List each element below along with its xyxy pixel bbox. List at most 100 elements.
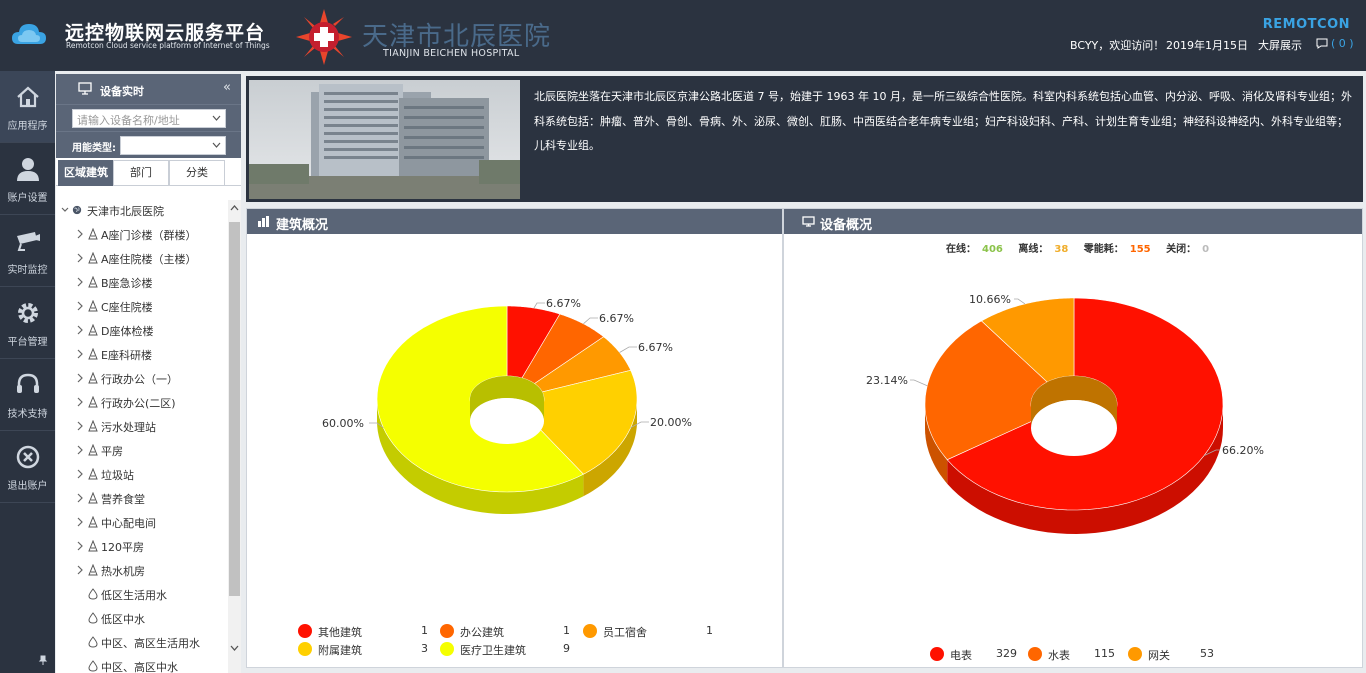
nav-logout[interactable]: 退出账户 xyxy=(0,431,55,503)
legend-name: 网关 xyxy=(1148,649,1170,662)
scroll-thumb[interactable] xyxy=(229,222,240,596)
big-screen-link[interactable]: 大屏展示 xyxy=(1258,37,1302,53)
water-drop-icon xyxy=(88,636,98,648)
legend-name: 医疗卫生建筑 xyxy=(460,644,526,657)
message-count[interactable]: ( 0 ) xyxy=(1331,37,1354,50)
nav-account[interactable]: 账户设置 xyxy=(0,143,55,215)
home-icon xyxy=(17,86,39,108)
tree-item-label: 中心配电间 xyxy=(101,517,156,530)
chevron-right-icon[interactable] xyxy=(76,349,84,359)
legend-item[interactable]: 电表 329 xyxy=(930,646,1036,662)
tree-item-label: 低区生活用水 xyxy=(101,589,167,602)
legend-item[interactable]: 医疗卫生建筑 9 xyxy=(440,641,603,657)
tree-item-label: 平房 xyxy=(101,445,123,458)
pie-label: 66.20% xyxy=(1222,444,1264,457)
chevron-right-icon[interactable] xyxy=(76,325,84,335)
tree-item-label: B座急诊楼 xyxy=(101,277,153,290)
tree-item-label: C座住院楼 xyxy=(101,301,153,314)
scroll-up-icon[interactable] xyxy=(230,204,239,213)
monitor-icon xyxy=(78,82,92,95)
device-search-input[interactable]: 请输入设备名称/地址 xyxy=(72,109,226,128)
energy-type-select[interactable] xyxy=(120,136,226,155)
tree-item-label: 营养食堂 xyxy=(101,493,145,506)
nav-monitor[interactable]: 实时监控 xyxy=(0,215,55,287)
legend-item[interactable]: 其他建筑 1 xyxy=(298,623,461,639)
chevron-right-icon[interactable] xyxy=(76,445,84,455)
tree-scrollbar[interactable] xyxy=(228,200,241,673)
legend-value: 1 xyxy=(563,624,570,637)
globe-icon xyxy=(72,205,82,215)
monitor-icon xyxy=(802,216,815,227)
legend-name: 办公建筑 xyxy=(460,626,504,639)
brand-subtitle: Remotcon Cloud service platform of Inter… xyxy=(66,41,270,50)
nav-support[interactable]: 技术支持 xyxy=(0,359,55,431)
pie-label: 23.14% xyxy=(866,374,908,387)
collapse-icon[interactable]: « xyxy=(223,80,231,95)
hospital-description: 北辰医院坐落在天津市北辰区京津公路北医道 7 号，始建于 1963 年 10 月… xyxy=(534,90,1352,152)
headset-icon xyxy=(17,373,39,393)
legend-item[interactable]: 水表 115 xyxy=(1028,646,1134,662)
chevron-right-icon[interactable] xyxy=(76,397,84,407)
scroll-down-icon[interactable] xyxy=(230,643,239,652)
legend-value: 329 xyxy=(996,647,1017,660)
camera-icon xyxy=(17,232,40,251)
chevron-right-icon[interactable] xyxy=(76,373,84,383)
legend-name: 附属建筑 xyxy=(318,644,362,657)
tree-item-label: 热水机房 xyxy=(101,565,145,578)
chevron-right-icon[interactable] xyxy=(76,277,84,287)
legend-item[interactable]: 员工宿舍 1 xyxy=(583,623,746,639)
legend-name: 其他建筑 xyxy=(318,626,362,639)
legend-swatch xyxy=(298,642,312,656)
message-icon[interactable] xyxy=(1316,38,1328,49)
leader-line xyxy=(619,346,637,353)
chevron-right-icon[interactable] xyxy=(76,493,84,503)
building-icon xyxy=(88,348,98,360)
legend-item[interactable]: 附属建筑 3 xyxy=(298,641,461,657)
pie-label: 20.00% xyxy=(650,416,692,429)
legend-item[interactable]: 办公建筑 1 xyxy=(440,623,603,639)
chevron-right-icon[interactable] xyxy=(76,229,84,239)
chevron-down-icon[interactable] xyxy=(212,114,221,123)
chevron-right-icon[interactable] xyxy=(76,565,84,575)
nav-label: 账户设置 xyxy=(7,193,48,204)
building-icon xyxy=(88,276,98,288)
legend-item[interactable]: 网关 53 xyxy=(1128,646,1240,662)
building-icon xyxy=(88,300,98,312)
donut-hole xyxy=(1031,400,1117,456)
leader-line xyxy=(1014,298,1026,305)
tab-region[interactable]: 区域建筑 xyxy=(58,160,114,186)
tab-department[interactable]: 部门 xyxy=(113,160,169,186)
tree-root-label: 天津市北辰医院 xyxy=(87,205,164,218)
tree-item-label: A座门诊楼（群楼） xyxy=(101,229,197,242)
tree-item-label: E座科研楼 xyxy=(101,349,152,362)
chevron-right-icon[interactable] xyxy=(76,301,84,311)
close-circle-icon xyxy=(16,445,40,469)
nav-label: 平台管理 xyxy=(7,337,48,348)
tree-panel-header: 设备实时 « xyxy=(56,74,241,104)
building-icon xyxy=(88,372,98,384)
building-chart-icon xyxy=(258,216,269,227)
pie-label: 10.66% xyxy=(969,293,1011,306)
app-header: 远控物联网云服务平台 Remotcon Cloud service platfo… xyxy=(0,0,1366,71)
nav-apps[interactable]: 应用程序 xyxy=(0,71,55,143)
chevron-down-icon[interactable] xyxy=(61,205,69,215)
building-overview-panel: 建筑概况 6.67% 6.67% 6.67% 20.00% 60.00% 其他建筑 1 办公… xyxy=(246,208,783,668)
building-icon xyxy=(88,492,98,504)
tree-item-label: D座体检楼 xyxy=(101,325,154,338)
building-panel-header: 建筑概况 xyxy=(247,209,782,234)
building-icon xyxy=(88,228,98,240)
building-icon xyxy=(88,444,98,456)
chevron-right-icon[interactable] xyxy=(76,469,84,479)
chevron-right-icon[interactable] xyxy=(76,541,84,551)
chevron-right-icon[interactable] xyxy=(76,517,84,527)
tab-category[interactable]: 分类 xyxy=(169,160,225,186)
nav-label: 应用程序 xyxy=(7,121,48,132)
pin-icon[interactable] xyxy=(38,655,48,665)
nav-platform[interactable]: 平台管理 xyxy=(0,287,55,359)
building-icon xyxy=(88,252,98,264)
user-icon xyxy=(17,158,39,181)
chevron-down-icon[interactable] xyxy=(212,141,221,150)
chevron-right-icon[interactable] xyxy=(76,253,84,263)
device-tree-panel: 设备实时 « 请输入设备名称/地址 用能类型: 区域建筑 部门 分类 天津市北辰… xyxy=(56,74,241,673)
chevron-right-icon[interactable] xyxy=(76,421,84,431)
